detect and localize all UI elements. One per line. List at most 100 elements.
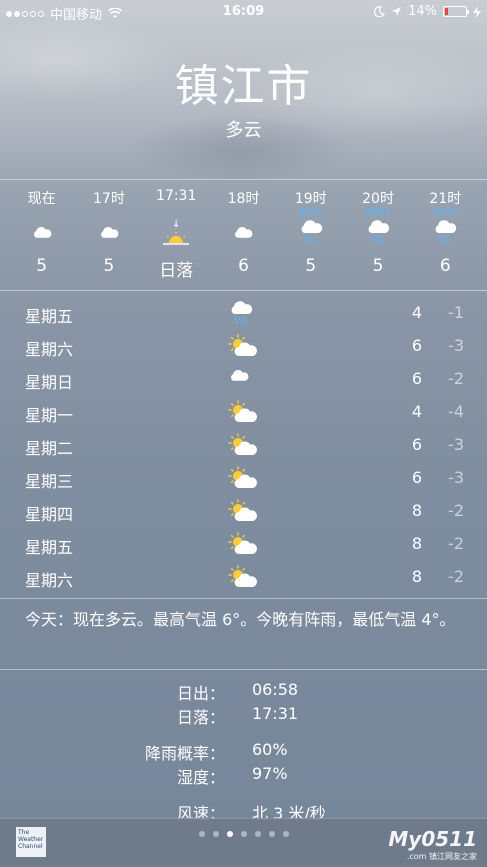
day-row: 星期日 6 -2 [0,363,487,396]
partly-cloudy-icon [228,334,258,362]
day-high: 8 [411,567,422,586]
page-dot[interactable] [212,831,219,837]
day-name: 星期二 [25,439,74,458]
divider [0,179,487,180]
day-low: -2 [448,534,464,553]
hour-column: 18时 6 [210,182,277,288]
day-row: 星期六 6 -3 [0,330,487,363]
partly-cloudy-icon [228,565,258,593]
page-dot[interactable] [282,831,289,837]
hourly-forecast[interactable]: 现在 5 17时 5 17:31 ↓ 日落 18时 6 19时 50% 5 20时 60% 5 21时 50% 6 [8,182,479,288]
day-row: 星期一 4 -4 [0,396,487,429]
day-row: 星期四 8 -2 [0,495,487,528]
rain-icon [412,218,479,248]
day-name: 星期五 [25,307,74,326]
divider [0,598,487,599]
day-high: 8 [411,501,422,520]
day-high: 6 [411,369,422,388]
detail-value: 17:31 [252,704,299,723]
divider [0,669,487,670]
hour-temp: 5 [372,256,384,276]
page-dot[interactable] [268,831,275,837]
day-name: 星期四 [25,505,74,524]
day-name: 星期日 [25,373,74,392]
hour-column: 19时 50% 5 [277,182,344,288]
precip-chance: 50% [298,206,323,219]
page-dot[interactable] [226,831,233,837]
city-name: 镇江市 [174,61,313,112]
day-name: 星期五 [25,538,74,557]
cloud-icon [8,218,75,248]
hour-time: 20时 [362,191,394,207]
rain-icon [277,218,344,248]
hour-time: 18时 [227,191,260,207]
precip-chance: 50% [433,206,458,219]
day-high: 8 [411,534,422,553]
hour-temp: 6 [238,256,249,276]
partly-cloudy-icon [228,499,258,527]
day-high: 4 [411,402,422,421]
cloud-icon [210,218,277,248]
moon-icon [374,6,386,17]
day-low: -1 [448,303,464,322]
day-high: 6 [411,435,422,454]
day-row: 星期五 8 -2 [0,528,487,561]
precip-chance: 60% [365,206,391,219]
page-dot[interactable] [254,831,261,837]
day-row: 星期五 4 -1 [0,297,487,330]
day-high: 6 [411,336,422,355]
precip-chance [8,206,75,218]
hour-temp: 5 [305,256,317,276]
day-row: 星期三 6 -3 [0,462,487,495]
weather-details: 日出： 06:58 日落： 17:31 降雨概率： 60% 湿度： 97% 风速… [0,680,487,824]
day-high: 6 [411,468,422,487]
rain-icon [344,218,411,248]
hour-temp: 5 [103,256,115,276]
hour-time: 19时 [294,191,327,207]
detail-sunset: 日落： 17:31 [0,704,487,728]
page-dot[interactable] [240,831,247,837]
day-low: -2 [448,567,464,586]
rain-icon [228,301,254,331]
cloud-icon [228,367,250,386]
detail-value: 06:58 [252,680,299,699]
bottom-toolbar: The Weather Channel My0511 .com 镇江网友之家 [0,818,487,867]
divider [0,290,487,291]
battery-icon [443,6,469,17]
watermark-subtext: .com 镇江网友之家 [406,852,477,861]
daily-forecast: 星期五 4 -1 星期六 6 -3 星期日 6 -2 星期一 4 -4 星期二 6 -3 星期三 6 -3 星期四 8… [0,297,487,594]
hour-time: 17:31 [156,188,197,204]
day-name: 星期六 [25,571,74,590]
location-icon [392,7,402,16]
hour-column: 21时 50% 6 [412,182,479,288]
page-dot[interactable] [198,831,205,837]
day-low: -2 [448,501,464,520]
hour-temp: 5 [36,256,48,276]
hour-temp: 日落 [159,261,194,281]
hour-time: 21时 [429,191,462,207]
detail-humidity: 湿度： 97% [0,764,487,788]
hour-temp: 6 [439,256,451,276]
hour-column: 17时 5 [75,182,142,288]
detail-label: 降雨概率： [144,744,225,763]
precip-chance [210,206,277,218]
detail-rain-chance: 降雨概率： 60% [0,740,487,764]
status-bar: 中国移动 16:09 14% [0,0,487,24]
hour-time: 现在 [27,191,56,207]
detail-value: 60% [252,740,288,759]
day-low: -2 [448,369,464,388]
today-summary: 今天：现在多云。最高气温 6°。今晚有阵雨，最低气温 4°。 [25,610,456,629]
detail-label: 湿度： [176,768,225,787]
day-low: -3 [448,336,464,355]
detail-value: 97% [252,764,288,783]
detail-label: 日落： [176,708,225,727]
hour-column: 20时 60% 5 [344,182,411,288]
partly-cloudy-icon [228,400,258,428]
day-name: 星期一 [25,406,74,425]
day-low: -3 [448,435,464,454]
day-name: 星期三 [25,472,74,491]
current-condition: 多云 [225,120,262,141]
partly-cloudy-icon [228,433,258,461]
day-row: 星期二 6 -3 [0,429,487,462]
sunset-icon: ↓ [143,218,210,248]
